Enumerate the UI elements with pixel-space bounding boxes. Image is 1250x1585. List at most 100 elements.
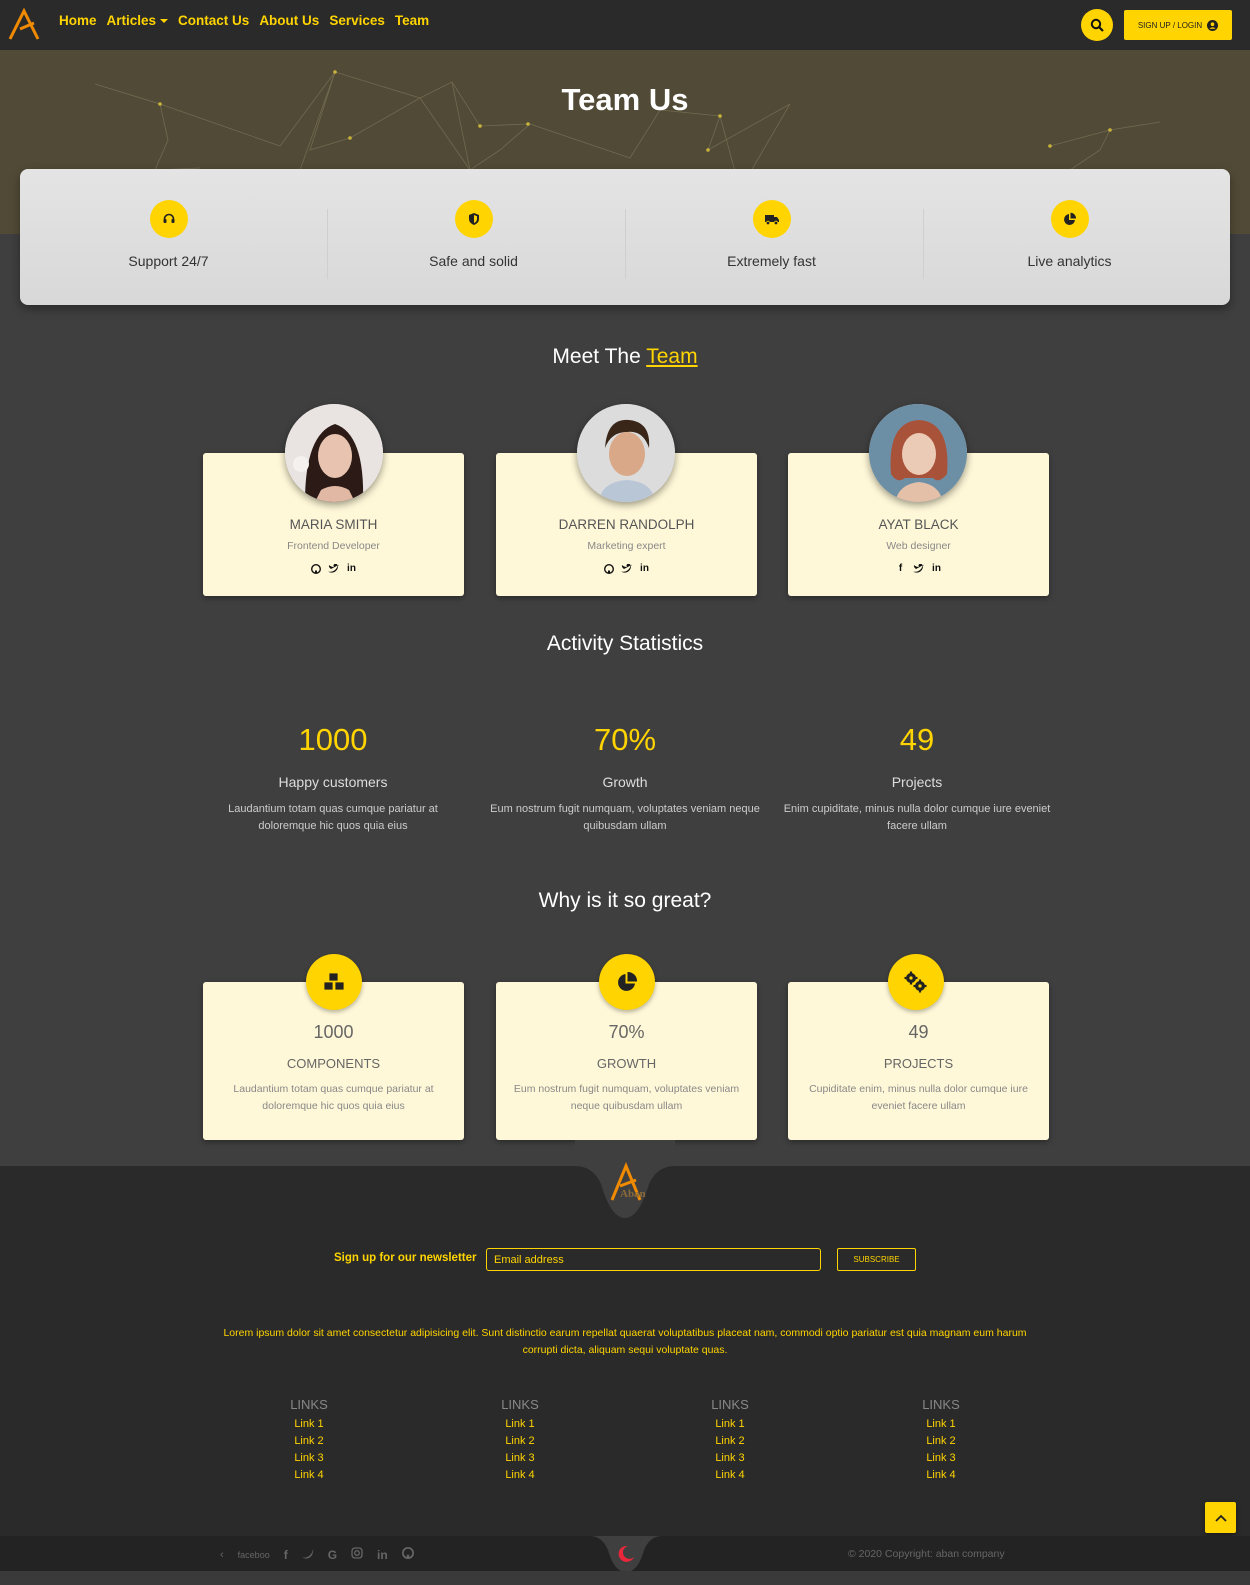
feature-support: Support 24/7 bbox=[20, 169, 317, 305]
copyright-text: © 2020 Copyright: aban company bbox=[848, 1548, 1005, 1560]
signup-login-label: SIGN UP / LOGIN bbox=[1137, 20, 1203, 30]
chevron-down-icon bbox=[160, 19, 169, 24]
footer-link-column: LINKS Link 1 Link 2 Link 3 Link 4 bbox=[460, 1397, 580, 1484]
footer-link[interactable]: Link 1 bbox=[881, 1416, 1001, 1433]
search-button[interactable] bbox=[1081, 9, 1113, 41]
signup-login-button[interactable]: SIGN UP / LOGIN bbox=[1124, 10, 1232, 40]
team-socials: in bbox=[203, 563, 464, 574]
github-icon[interactable] bbox=[310, 563, 321, 574]
team-section-title: Meet The Team bbox=[0, 345, 1250, 369]
footer-link[interactable]: Link 3 bbox=[460, 1450, 580, 1467]
subscribe-button[interactable]: SUBSCRIBE bbox=[837, 1248, 916, 1271]
navbar: Home Articles Contact Us About Us Servic… bbox=[0, 0, 1250, 50]
linkedin-icon[interactable]: in bbox=[931, 563, 942, 574]
footer-link-column: LINKS Link 1 Link 2 Link 3 Link 4 bbox=[881, 1397, 1001, 1484]
footer-link[interactable]: Link 2 bbox=[670, 1433, 790, 1450]
instagram-icon[interactable] bbox=[351, 1547, 363, 1562]
cogs-icon bbox=[888, 954, 944, 1010]
twitter-icon[interactable] bbox=[301, 1548, 314, 1562]
footer-link[interactable]: Link 1 bbox=[249, 1416, 369, 1433]
chevron-up-icon bbox=[1214, 1514, 1227, 1522]
moon-icon bbox=[618, 1545, 634, 1562]
team-member-name: DARREN RANDOLPH bbox=[558, 517, 695, 532]
feature-analytics: Live analytics bbox=[921, 169, 1218, 305]
linkedin-icon[interactable]: in bbox=[377, 1548, 388, 1562]
footer-link[interactable]: Link 2 bbox=[249, 1433, 369, 1450]
aban-logo[interactable] bbox=[8, 7, 40, 41]
footer-logo[interactable]: Aban bbox=[606, 1162, 646, 1202]
stat-value: 1000 bbox=[298, 722, 368, 757]
footer-link[interactable]: Link 1 bbox=[460, 1416, 580, 1433]
feature-label: Extremely fast bbox=[727, 253, 816, 269]
team-socials: f in bbox=[788, 563, 1049, 574]
nav-articles-label: Articles bbox=[106, 13, 157, 28]
avatar-darren-randolph bbox=[577, 404, 675, 502]
why-section-title: Why is it so great? bbox=[538, 889, 712, 912]
footer-link[interactable]: Link 3 bbox=[881, 1450, 1001, 1467]
twitter-icon[interactable] bbox=[913, 563, 924, 574]
footer-link[interactable]: Link 4 bbox=[249, 1467, 369, 1484]
scroll-to-top-button[interactable] bbox=[1205, 1502, 1236, 1533]
footer-link[interactable]: Link 4 bbox=[670, 1467, 790, 1484]
footer-logo-text: Aban bbox=[620, 1188, 646, 1200]
footer-link[interactable]: Link 1 bbox=[670, 1416, 790, 1433]
why-label: GROWTH bbox=[596, 1056, 657, 1071]
team-member-role: Marketing expert bbox=[587, 540, 666, 552]
stat-description: Enim cupiditate, minus nulla dolor cumqu… bbox=[783, 803, 1051, 832]
email-input[interactable] bbox=[486, 1248, 821, 1271]
team-member-name: MARIA SMITH bbox=[289, 517, 378, 532]
twitter-icon[interactable] bbox=[621, 563, 632, 574]
truck-icon bbox=[752, 200, 791, 238]
footer-description: Lorem ipsum dolor sit amet consectetur a… bbox=[223, 1327, 1027, 1356]
chevron-left-icon[interactable]: ‹ bbox=[220, 1549, 224, 1561]
nav-about[interactable]: About Us bbox=[259, 13, 319, 28]
team-member-role: Frontend Developer bbox=[287, 540, 380, 552]
nav-team[interactable]: Team bbox=[395, 13, 429, 28]
google-icon[interactable]: G bbox=[328, 1548, 337, 1562]
feature-label: Live analytics bbox=[1027, 253, 1112, 269]
facebook-icon[interactable]: f bbox=[284, 1548, 288, 1562]
user-circle-icon bbox=[1207, 19, 1219, 31]
nav-contact[interactable]: Contact Us bbox=[178, 13, 249, 28]
footer-link[interactable]: Link 3 bbox=[670, 1450, 790, 1467]
github-icon[interactable] bbox=[603, 563, 614, 574]
github-icon[interactable] bbox=[401, 1546, 414, 1562]
linkedin-icon[interactable]: in bbox=[346, 563, 357, 574]
features-panel: Support 24/7 Safe and solid Extremely fa… bbox=[20, 169, 1230, 305]
linkedin-icon[interactable]: in bbox=[639, 563, 650, 574]
nav-links: Home Articles Contact Us About Us Servic… bbox=[59, 13, 429, 28]
footer-link[interactable]: Link 2 bbox=[881, 1433, 1001, 1450]
facebook-icon[interactable]: f bbox=[895, 563, 906, 574]
footer-link-column: LINKS Link 1 Link 2 Link 3 Link 4 bbox=[249, 1397, 369, 1484]
nav-home[interactable]: Home bbox=[59, 13, 97, 28]
theme-toggle-button[interactable] bbox=[614, 1542, 638, 1566]
why-label: COMPONENTS bbox=[286, 1056, 381, 1071]
shield-icon bbox=[454, 200, 493, 238]
why-value: 1000 bbox=[313, 1022, 354, 1042]
why-description: Laudantium totam quas cumque pariatur at… bbox=[233, 1083, 434, 1112]
footer-link[interactable]: Link 3 bbox=[249, 1450, 369, 1467]
nav-services[interactable]: Services bbox=[329, 13, 385, 28]
avatar-maria-smith bbox=[285, 404, 383, 502]
cubes-icon bbox=[306, 954, 362, 1010]
page-title: Team Us bbox=[561, 82, 689, 117]
footer-link[interactable]: Link 4 bbox=[881, 1467, 1001, 1484]
nav-articles[interactable]: Articles bbox=[107, 13, 169, 28]
facebook-text[interactable]: faceboo bbox=[238, 1550, 270, 1560]
footer-link[interactable]: Link 4 bbox=[460, 1467, 580, 1484]
link-column-title: LINKS bbox=[501, 1397, 539, 1412]
bottom-social-links: ‹ faceboo f G in bbox=[220, 1546, 414, 1562]
team-title-prefix: Meet The bbox=[552, 345, 641, 368]
avatar-ayat-black bbox=[869, 404, 967, 502]
twitter-icon[interactable] bbox=[328, 563, 339, 574]
why-value: 49 bbox=[908, 1022, 929, 1042]
why-description: Eum nostrum fugit numquam, voluptates ve… bbox=[513, 1083, 740, 1112]
why-value: 70% bbox=[608, 1022, 645, 1042]
stat-label: Projects bbox=[891, 774, 943, 790]
link-column-title: LINKS bbox=[922, 1397, 960, 1412]
link-column-title: LINKS bbox=[290, 1397, 328, 1412]
search-icon bbox=[1090, 18, 1104, 32]
stat-description: Eum nostrum fugit numquam, voluptates ve… bbox=[490, 803, 760, 832]
footer-link-column: LINKS Link 1 Link 2 Link 3 Link 4 bbox=[670, 1397, 790, 1484]
footer-link[interactable]: Link 2 bbox=[460, 1433, 580, 1450]
